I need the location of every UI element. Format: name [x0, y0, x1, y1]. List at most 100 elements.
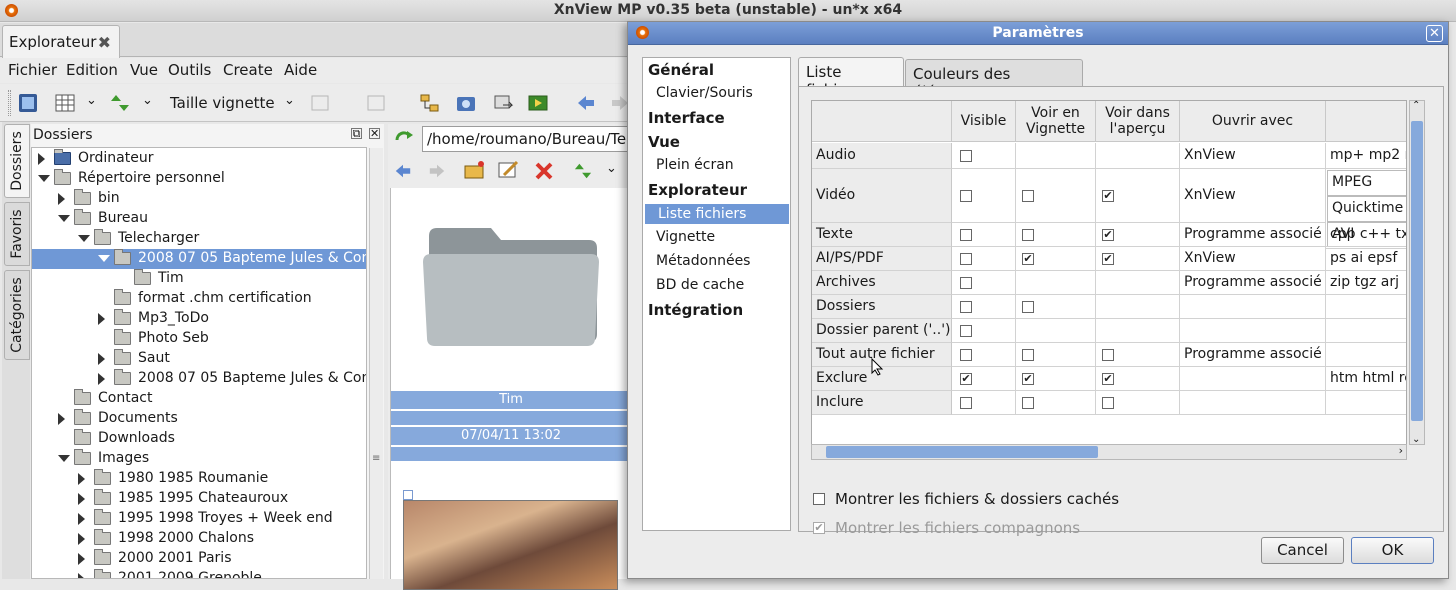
slideshow-icon[interactable] — [528, 93, 548, 113]
collapse-arrow-icon[interactable] — [98, 353, 105, 365]
collapse-arrow-icon[interactable] — [58, 193, 65, 205]
extensions-cell[interactable] — [1326, 343, 1406, 367]
tree-item[interactable]: Répertoire personnel — [32, 169, 366, 189]
tree-item[interactable]: bin — [32, 189, 366, 209]
collapse-arrow-icon[interactable] — [78, 553, 85, 565]
photo-thumbnail[interactable] — [403, 500, 618, 590]
chevron-down-icon[interactable]: ⌄ — [86, 93, 97, 108]
camera-icon[interactable] — [456, 93, 476, 113]
tout-autre-fichiervisible-checkbox[interactable] — [960, 348, 972, 361]
refresh-icon[interactable] — [394, 130, 414, 150]
sort-arrows-icon[interactable] — [110, 93, 130, 113]
tree-item[interactable]: 2008 07 05 Bapteme Jules & Constance — [32, 369, 366, 389]
settings-nav-item[interactable]: Interface — [643, 107, 790, 129]
tree-item[interactable]: Images — [32, 449, 366, 469]
sort-arrows-icon[interactable] — [574, 162, 592, 180]
extensions-cell[interactable]: cpp c++ txt — [1326, 223, 1406, 247]
ai-ps-pdfpreview-checkbox[interactable]: ✔ — [1102, 252, 1114, 265]
convert-icon[interactable] — [494, 93, 514, 113]
exclurethumb-checkbox[interactable]: ✔ — [1022, 372, 1034, 385]
vid-othumb-checkbox[interactable] — [1022, 189, 1034, 202]
horizontal-scrollbar[interactable]: › — [811, 444, 1407, 460]
tree-item[interactable]: Mp3_ToDo — [32, 309, 366, 329]
audiovisible-checkbox[interactable] — [960, 149, 972, 162]
expand-arrow-icon[interactable] — [58, 455, 70, 462]
collapse-arrow-icon[interactable] — [98, 373, 105, 385]
exclurepreview-checkbox[interactable]: ✔ — [1102, 372, 1114, 385]
collapse-arrow-icon[interactable] — [78, 513, 85, 525]
folder-thumbnail[interactable] — [421, 216, 601, 346]
tree-item[interactable]: Ordinateur — [32, 149, 366, 169]
collapse-arrow-icon[interactable] — [98, 313, 105, 325]
extensions-cell[interactable] — [1326, 319, 1406, 343]
tree-item[interactable]: 1998 2000 Chalons — [32, 529, 366, 549]
chevron-down-icon[interactable]: ⌄ — [606, 161, 617, 176]
tree-item[interactable]: 1995 1998 Troyes + Week end — [32, 509, 366, 529]
tree-item[interactable]: Saut — [32, 349, 366, 369]
textethumb-checkbox[interactable] — [1022, 228, 1034, 241]
settings-nav-item[interactable]: Explorateur — [643, 179, 790, 201]
thumbnail-select-checkbox[interactable] — [403, 490, 413, 500]
video-format-item[interactable]: Quicktime — [1327, 196, 1406, 222]
side-tab-favoris[interactable]: Favoris — [4, 202, 30, 266]
rename-icon[interactable] — [498, 160, 520, 180]
column-extensions[interactable] — [1326, 101, 1406, 142]
tout-autre-fichierpreview-checkbox[interactable] — [1102, 348, 1114, 361]
expand-arrow-icon[interactable] — [58, 215, 70, 222]
menu-create[interactable]: Create — [223, 61, 273, 79]
inclurepreview-checkbox[interactable] — [1102, 396, 1114, 409]
undock-icon[interactable]: ⧉ — [351, 128, 362, 139]
open-with-cell[interactable]: XnView — [1180, 143, 1326, 169]
tree-item[interactable]: Bureau — [32, 209, 366, 229]
settings-nav-item[interactable]: Plein écran — [643, 155, 790, 177]
extensions-cell[interactable]: mp+ mp2 mp3 — [1326, 143, 1406, 169]
tree-item[interactable]: 2000 2001 Paris — [32, 549, 366, 569]
tree-item[interactable]: Contact — [32, 389, 366, 409]
tree-item[interactable]: 1985 1995 Chateauroux — [32, 489, 366, 509]
thumbnail-size-dropdown[interactable]: Taille vignette — [170, 94, 275, 112]
path-input[interactable]: /home/roumano/Bureau/Telecharger — [422, 126, 642, 152]
tab-explorer[interactable]: Explorateur ✖ — [2, 25, 120, 58]
thumbnail-grid-icon[interactable] — [55, 93, 75, 113]
delete-icon[interactable] — [534, 161, 554, 181]
extensions-cell[interactable]: htm html rc — [1326, 367, 1406, 391]
side-tab-categories[interactable]: Catégories — [4, 270, 30, 360]
dossiersvisible-checkbox[interactable] — [960, 300, 972, 313]
side-tab-dossiers[interactable]: Dossiers — [4, 124, 30, 198]
settings-nav-item[interactable]: Vignette — [643, 227, 790, 249]
collapse-arrow-icon[interactable] — [38, 153, 45, 165]
dossier-parent-visible-checkbox[interactable] — [960, 324, 972, 337]
settings-nav-item[interactable]: Métadonnées — [643, 251, 790, 273]
tab-couleurs-elements[interactable]: Couleurs des éléments — [905, 59, 1083, 101]
settings-nav-item[interactable]: Clavier/Souris — [643, 83, 790, 105]
archivesvisible-checkbox[interactable] — [960, 276, 972, 289]
tree-item[interactable]: Downloads — [32, 429, 366, 449]
chevron-down-icon[interactable]: ⌄ — [142, 93, 153, 108]
extensions-cell[interactable]: ps ai epsf — [1326, 247, 1406, 271]
tout-autre-fichierthumb-checkbox[interactable] — [1022, 348, 1034, 361]
open-with-cell[interactable]: XnView — [1180, 169, 1326, 223]
expand-arrow-icon[interactable] — [38, 175, 50, 182]
column-ouvrir-avec[interactable]: Ouvrir avec — [1180, 101, 1326, 142]
open-with-cell[interactable] — [1180, 319, 1326, 343]
vid-ovisible-checkbox[interactable] — [960, 189, 972, 202]
open-with-cell[interactable] — [1180, 367, 1326, 391]
settings-nav-item[interactable]: Intégration — [643, 299, 790, 321]
exclurevisible-checkbox[interactable]: ✔ — [960, 372, 972, 385]
vertical-scroll-thumb[interactable] — [1411, 121, 1423, 421]
tree-item[interactable]: Telecharger — [32, 229, 366, 249]
vid-opreview-checkbox[interactable]: ✔ — [1102, 189, 1114, 202]
open-with-cell[interactable]: Programme associé — [1180, 271, 1326, 295]
tree-item[interactable]: 1980 1985 Roumanie — [32, 469, 366, 489]
extensions-cell[interactable] — [1326, 295, 1406, 319]
ok-button[interactable]: OK — [1351, 537, 1434, 564]
folder-tree-icon[interactable] — [420, 93, 440, 113]
fullscreen-icon[interactable] — [18, 93, 38, 113]
ai-ps-pdfvisible-checkbox[interactable] — [960, 252, 972, 265]
tree-item[interactable]: format .chm certification — [32, 289, 366, 309]
textevisible-checkbox[interactable] — [960, 228, 972, 241]
column-vignette[interactable]: Voir en Vignette — [1016, 101, 1096, 142]
settings-nav-item[interactable]: Liste fichiers — [645, 204, 789, 224]
open-with-cell[interactable]: XnView — [1180, 247, 1326, 271]
tree-item[interactable]: 2001 2009 Grenoble — [32, 569, 366, 578]
